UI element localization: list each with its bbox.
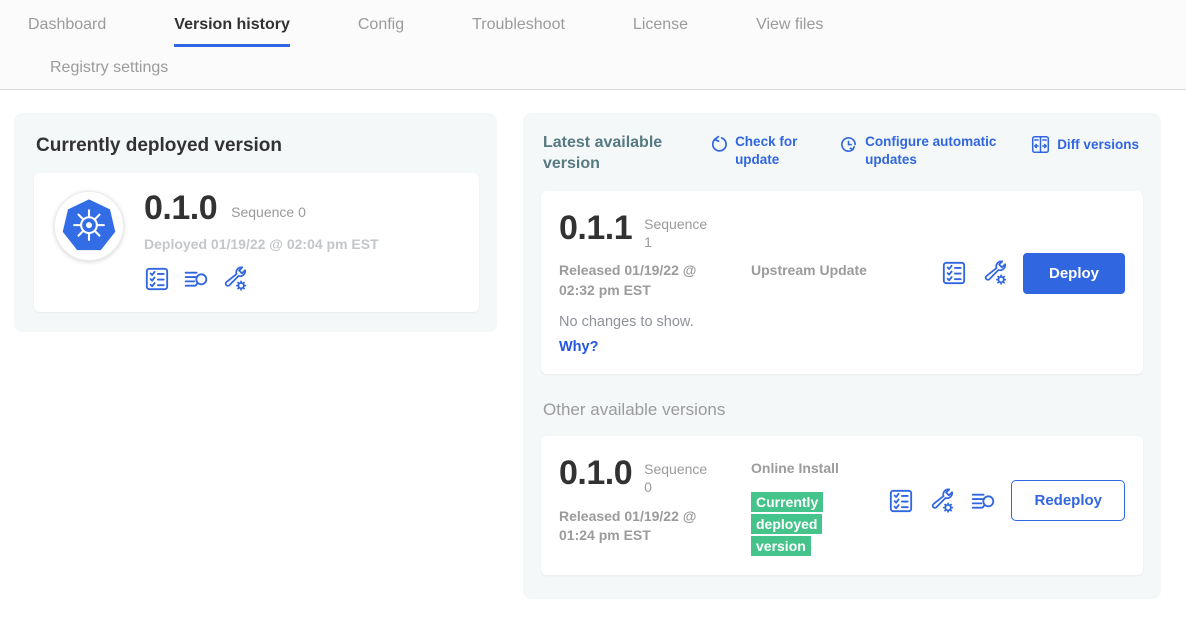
latest-version-number: 0.1.1 <box>559 211 632 247</box>
diff-columns-icon <box>1031 135 1050 154</box>
tab-view-files[interactable]: View files <box>756 16 823 47</box>
currently-deployed-heading: Currently deployed version <box>36 135 477 157</box>
tab-registry-settings[interactable]: Registry settings <box>50 59 168 89</box>
latest-sequence-label: Sequence 1 <box>644 211 718 251</box>
main-content: Currently deployed version 0.1.0 Sequenc… <box>0 90 1186 599</box>
deploy-button[interactable]: Deploy <box>1023 253 1125 294</box>
other-version-card: 0.1.0 Sequence 0 Released 01/19/22 @ 01:… <box>541 436 1143 575</box>
refresh-arrow-icon <box>709 135 728 154</box>
top-navigation: Dashboard Version history Config Trouble… <box>0 0 1186 90</box>
deployed-version-number: 0.1.0 <box>144 191 217 227</box>
deployed-timestamp: Deployed 01/19/22 @ 02:04 pm EST <box>144 236 379 252</box>
redeploy-button[interactable]: Redeploy <box>1011 480 1125 521</box>
wrench-gear-icon[interactable] <box>222 266 248 292</box>
auto-update-clock-icon <box>839 135 858 154</box>
nav-row-secondary: Registry settings <box>28 47 1186 89</box>
currently-deployed-badge: Currently deployed version <box>751 492 823 556</box>
other-source-column: Online Install Currently deployed versio… <box>751 456 869 557</box>
checklist-icon[interactable] <box>888 488 914 514</box>
tab-version-history[interactable]: Version history <box>174 16 290 47</box>
deployed-sequence-label: Sequence 0 <box>231 198 306 220</box>
deployed-version-card: 0.1.0 Sequence 0 Deployed 01/19/22 @ 02:… <box>34 173 479 312</box>
other-source-label: Online Install <box>751 459 869 479</box>
tab-troubleshoot[interactable]: Troubleshoot <box>472 16 565 47</box>
nav-row-primary: Dashboard Version history Config Trouble… <box>28 16 1186 47</box>
other-version-number: 0.1.0 <box>559 456 632 492</box>
latest-available-heading: Latest available version <box>543 133 681 175</box>
tab-license[interactable]: License <box>633 16 688 47</box>
deployed-version-details: 0.1.0 Sequence 0 Deployed 01/19/22 @ 02:… <box>144 191 379 292</box>
latest-released-timestamp: Released 01/19/22 @ 02:32 pm EST <box>559 261 731 300</box>
diff-versions-label: Diff versions <box>1057 133 1139 154</box>
check-for-update-link[interactable]: Check for update <box>709 133 811 168</box>
lines-magnifier-icon[interactable] <box>183 266 209 292</box>
other-released-timestamp: Released 01/19/22 @ 01:24 pm EST <box>559 507 731 546</box>
tab-dashboard[interactable]: Dashboard <box>28 16 106 47</box>
other-versions-heading: Other available versions <box>543 400 1143 420</box>
diff-versions-link[interactable]: Diff versions <box>1031 133 1139 154</box>
configure-auto-updates-link[interactable]: Configure automatic updates <box>839 133 1003 168</box>
tab-config[interactable]: Config <box>358 16 404 47</box>
no-changes-text: No changes to show. <box>559 314 1125 330</box>
why-link[interactable]: Why? <box>559 339 598 355</box>
wrench-gear-icon[interactable] <box>982 260 1008 286</box>
latest-version-card: 0.1.1 Sequence 1 Released 01/19/22 @ 02:… <box>541 191 1143 375</box>
currently-deployed-panel: Currently deployed version 0.1.0 Sequenc… <box>14 113 497 332</box>
kubernetes-logo-icon <box>54 191 124 261</box>
checklist-icon[interactable] <box>941 260 967 286</box>
lines-magnifier-icon[interactable] <box>970 488 996 514</box>
configure-auto-updates-label: Configure automatic updates <box>865 133 1003 168</box>
check-for-update-label: Check for update <box>735 133 811 168</box>
other-sequence-label: Sequence 0 <box>644 456 718 496</box>
checklist-icon[interactable] <box>144 266 170 292</box>
latest-source-label: Upstream Update <box>751 211 869 301</box>
wrench-gear-icon[interactable] <box>929 488 955 514</box>
latest-available-panel: Latest available version Check for updat… <box>523 113 1161 599</box>
